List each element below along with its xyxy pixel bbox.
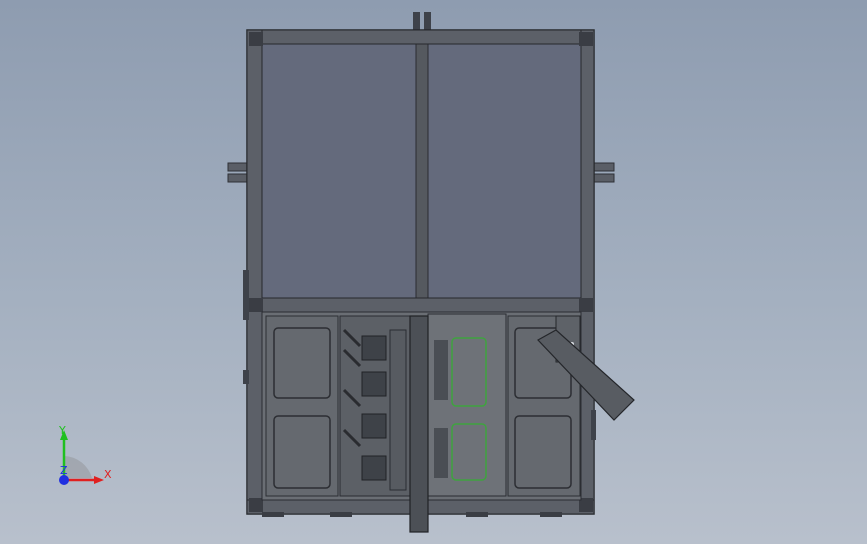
x-axis-label: X (104, 468, 112, 481)
cad-viewport[interactable]: Y X Z (0, 0, 867, 544)
y-axis-label: Y (58, 424, 66, 437)
coordinate-triad: Y X Z (58, 424, 112, 485)
lower-compartment (261, 311, 582, 533)
z-axis-label: Z (60, 464, 68, 477)
